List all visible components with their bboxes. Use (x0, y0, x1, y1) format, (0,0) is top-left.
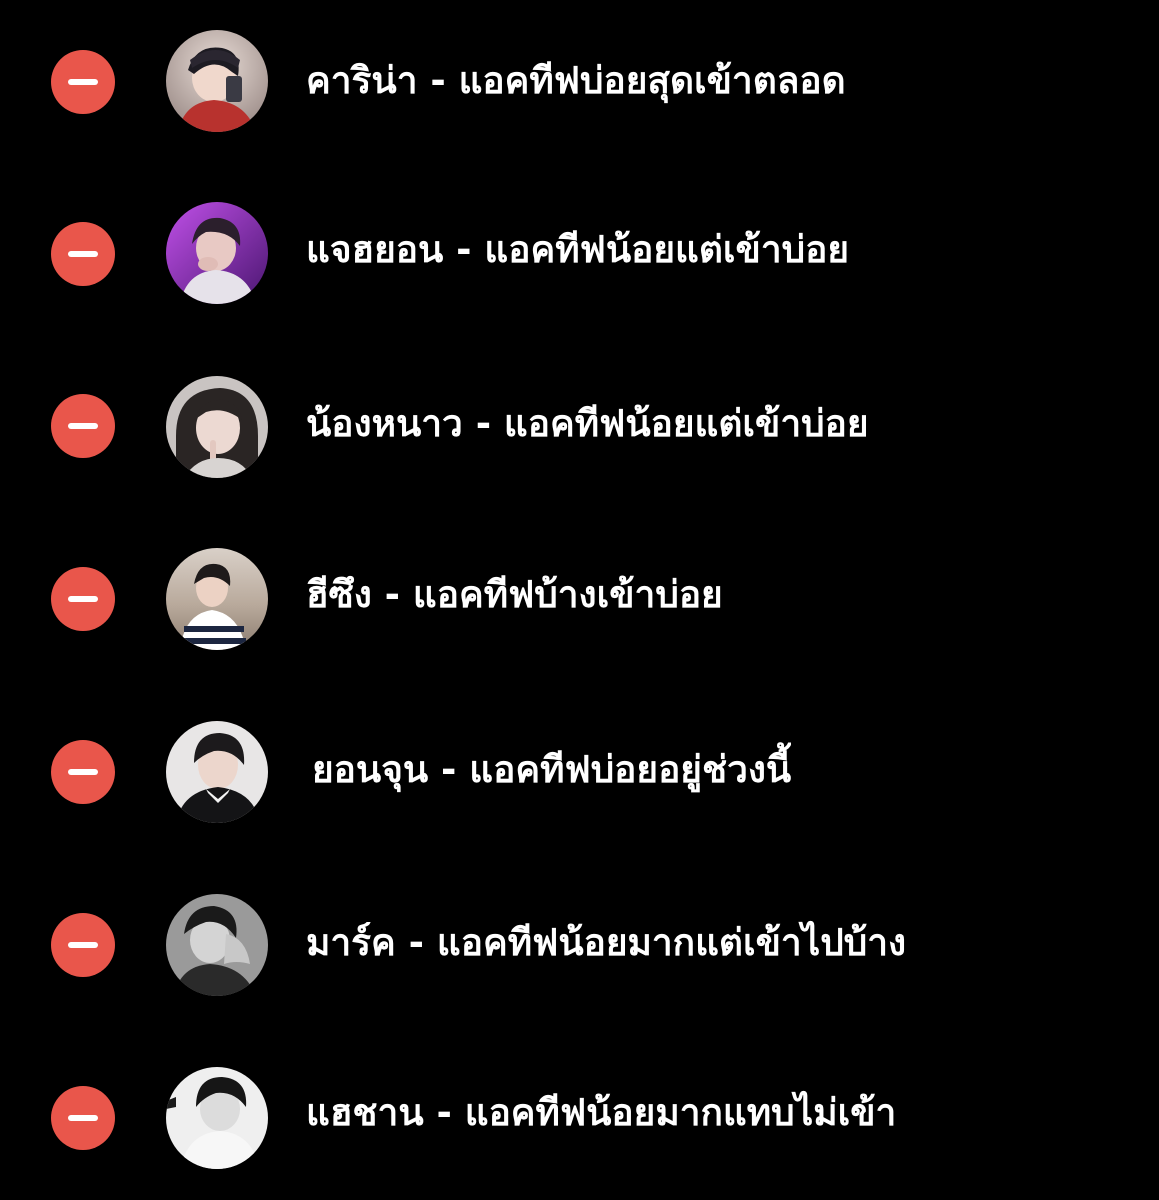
remove-button[interactable] (51, 50, 115, 114)
remove-button[interactable] (51, 1086, 115, 1150)
profile-photo-icon (166, 376, 268, 478)
avatar (166, 30, 268, 132)
minus-icon (68, 251, 98, 257)
profile-photo-icon (166, 1067, 268, 1169)
minus-icon (68, 79, 98, 85)
avatar (166, 202, 268, 304)
avatar (166, 721, 268, 823)
profile-photo-icon (166, 548, 268, 650)
avatar (166, 894, 268, 996)
list-item: ยอนจุน - แอคทีฟบ่อยอยู่ช่วงนี้ (0, 718, 1159, 828)
member-label: มาร์ค - แอคทีฟน้อยมากแต่เข้าไปบ้าง (306, 921, 907, 964)
member-list: คาริน่า - แอคทีฟบ่อยสุดเข้าตลอด แจฮยอน -… (0, 0, 1159, 1200)
remove-button[interactable] (51, 740, 115, 804)
list-item: แจฮยอน - แอคทีฟน้อยแต่เข้าบ่อย (0, 199, 1159, 309)
minus-icon (68, 1115, 98, 1121)
remove-button[interactable] (51, 394, 115, 458)
profile-photo-icon (166, 30, 268, 132)
member-label: แฮชาน - แอคทีฟน้อยมากแทบไม่เข้า (306, 1091, 897, 1134)
member-label: น้องหนาว - แอคทีฟน้อยแต่เข้าบ่อย (306, 402, 869, 445)
profile-photo-icon (166, 202, 268, 304)
minus-icon (68, 423, 98, 429)
profile-photo-icon (166, 721, 268, 823)
member-label: ยอนจุน - แอคทีฟบ่อยอยู่ช่วงนี้ (312, 748, 792, 791)
minus-icon (68, 942, 98, 948)
avatar (166, 548, 268, 650)
minus-icon (68, 596, 98, 602)
avatar (166, 1067, 268, 1169)
list-item: คาริน่า - แอคทีฟบ่อยสุดเข้าตลอด (0, 26, 1159, 136)
member-label: คาริน่า - แอคทีฟบ่อยสุดเข้าตลอด (306, 59, 846, 102)
member-label: แจฮยอน - แอคทีฟน้อยแต่เข้าบ่อย (306, 228, 850, 271)
minus-icon (68, 769, 98, 775)
remove-button[interactable] (51, 567, 115, 631)
avatar (166, 376, 268, 478)
list-item: แฮชาน - แอคทีฟน้อยมากแทบไม่เข้า (0, 1064, 1159, 1174)
list-item: ฮีซึง - แอคทีฟบ้างเข้าบ่อย (0, 545, 1159, 655)
remove-button[interactable] (51, 913, 115, 977)
list-item: มาร์ค - แอคทีฟน้อยมากแต่เข้าไปบ้าง (0, 891, 1159, 1001)
list-item: น้องหนาว - แอคทีฟน้อยแต่เข้าบ่อย (0, 372, 1159, 482)
profile-photo-icon (166, 894, 268, 996)
remove-button[interactable] (51, 222, 115, 286)
member-label: ฮีซึง - แอคทีฟบ้างเข้าบ่อย (306, 573, 723, 616)
